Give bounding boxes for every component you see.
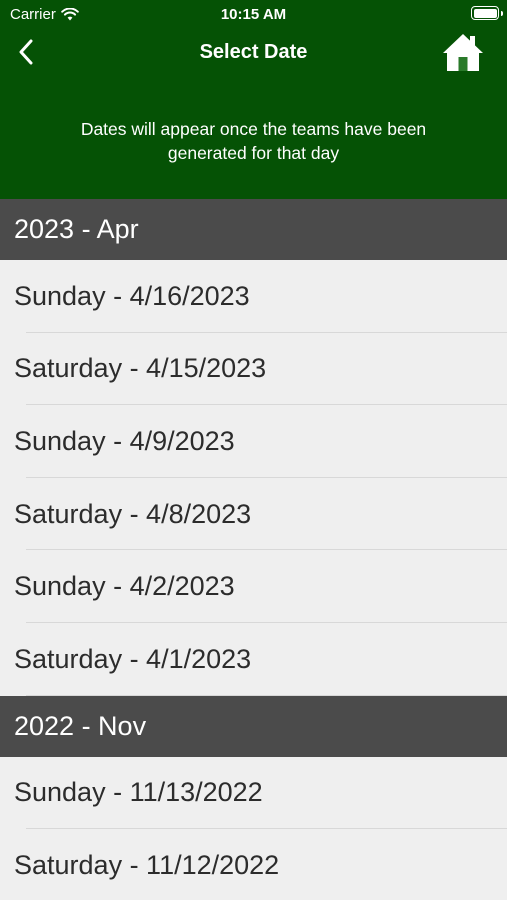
date-label: Saturday - 4/1/2023: [14, 643, 252, 674]
date-label: Sunday - 11/13/2022: [14, 777, 263, 808]
home-button[interactable]: [441, 30, 485, 74]
date-row[interactable]: Saturday - 4/1/2023: [0, 623, 507, 696]
date-label: Sunday - 4/2/2023: [14, 571, 235, 602]
date-label: Saturday - 4/8/2023: [14, 498, 252, 529]
date-row[interactable]: Sunday - 4/2/2023: [0, 550, 507, 623]
date-row[interactable]: Sunday - 4/9/2023: [0, 405, 507, 478]
date-row[interactable]: Saturday - 4/8/2023: [0, 478, 507, 551]
date-row[interactable]: Saturday - 11/12/2022: [0, 829, 507, 900]
page-title: Select Date: [199, 41, 308, 63]
row-separator: [26, 694, 507, 696]
date-list: 2023 - Apr Sunday - 4/16/2023 Saturday - 4…: [0, 199, 507, 900]
home-icon: [443, 34, 483, 71]
section-header: 2022 - Nov: [0, 695, 507, 757]
nav-bar: Select Date: [0, 28, 507, 78]
info-text: Dates will appear once the teams have be…: [80, 119, 427, 163]
date-label: Sunday - 4/9/2023: [14, 425, 235, 456]
date-row[interactable]: Saturday - 4/15/2023: [0, 333, 507, 406]
battery-icon: [471, 6, 503, 20]
header: Carrier 10:15 AM Select Date Dates will …: [0, 0, 507, 199]
section-header: 2023 - Apr: [0, 199, 507, 260]
date-row[interactable]: Sunday - 11/13/2022: [0, 757, 507, 830]
date-label: Saturday - 4/15/2023: [14, 353, 267, 384]
date-label: Saturday - 11/12/2022: [14, 849, 280, 880]
status-bar: Carrier 10:15 AM: [0, 0, 507, 28]
status-time: 10:15 AM: [220, 6, 287, 23]
date-label: Sunday - 4/16/2023: [14, 280, 250, 311]
date-row[interactable]: Sunday - 4/16/2023: [0, 260, 507, 333]
